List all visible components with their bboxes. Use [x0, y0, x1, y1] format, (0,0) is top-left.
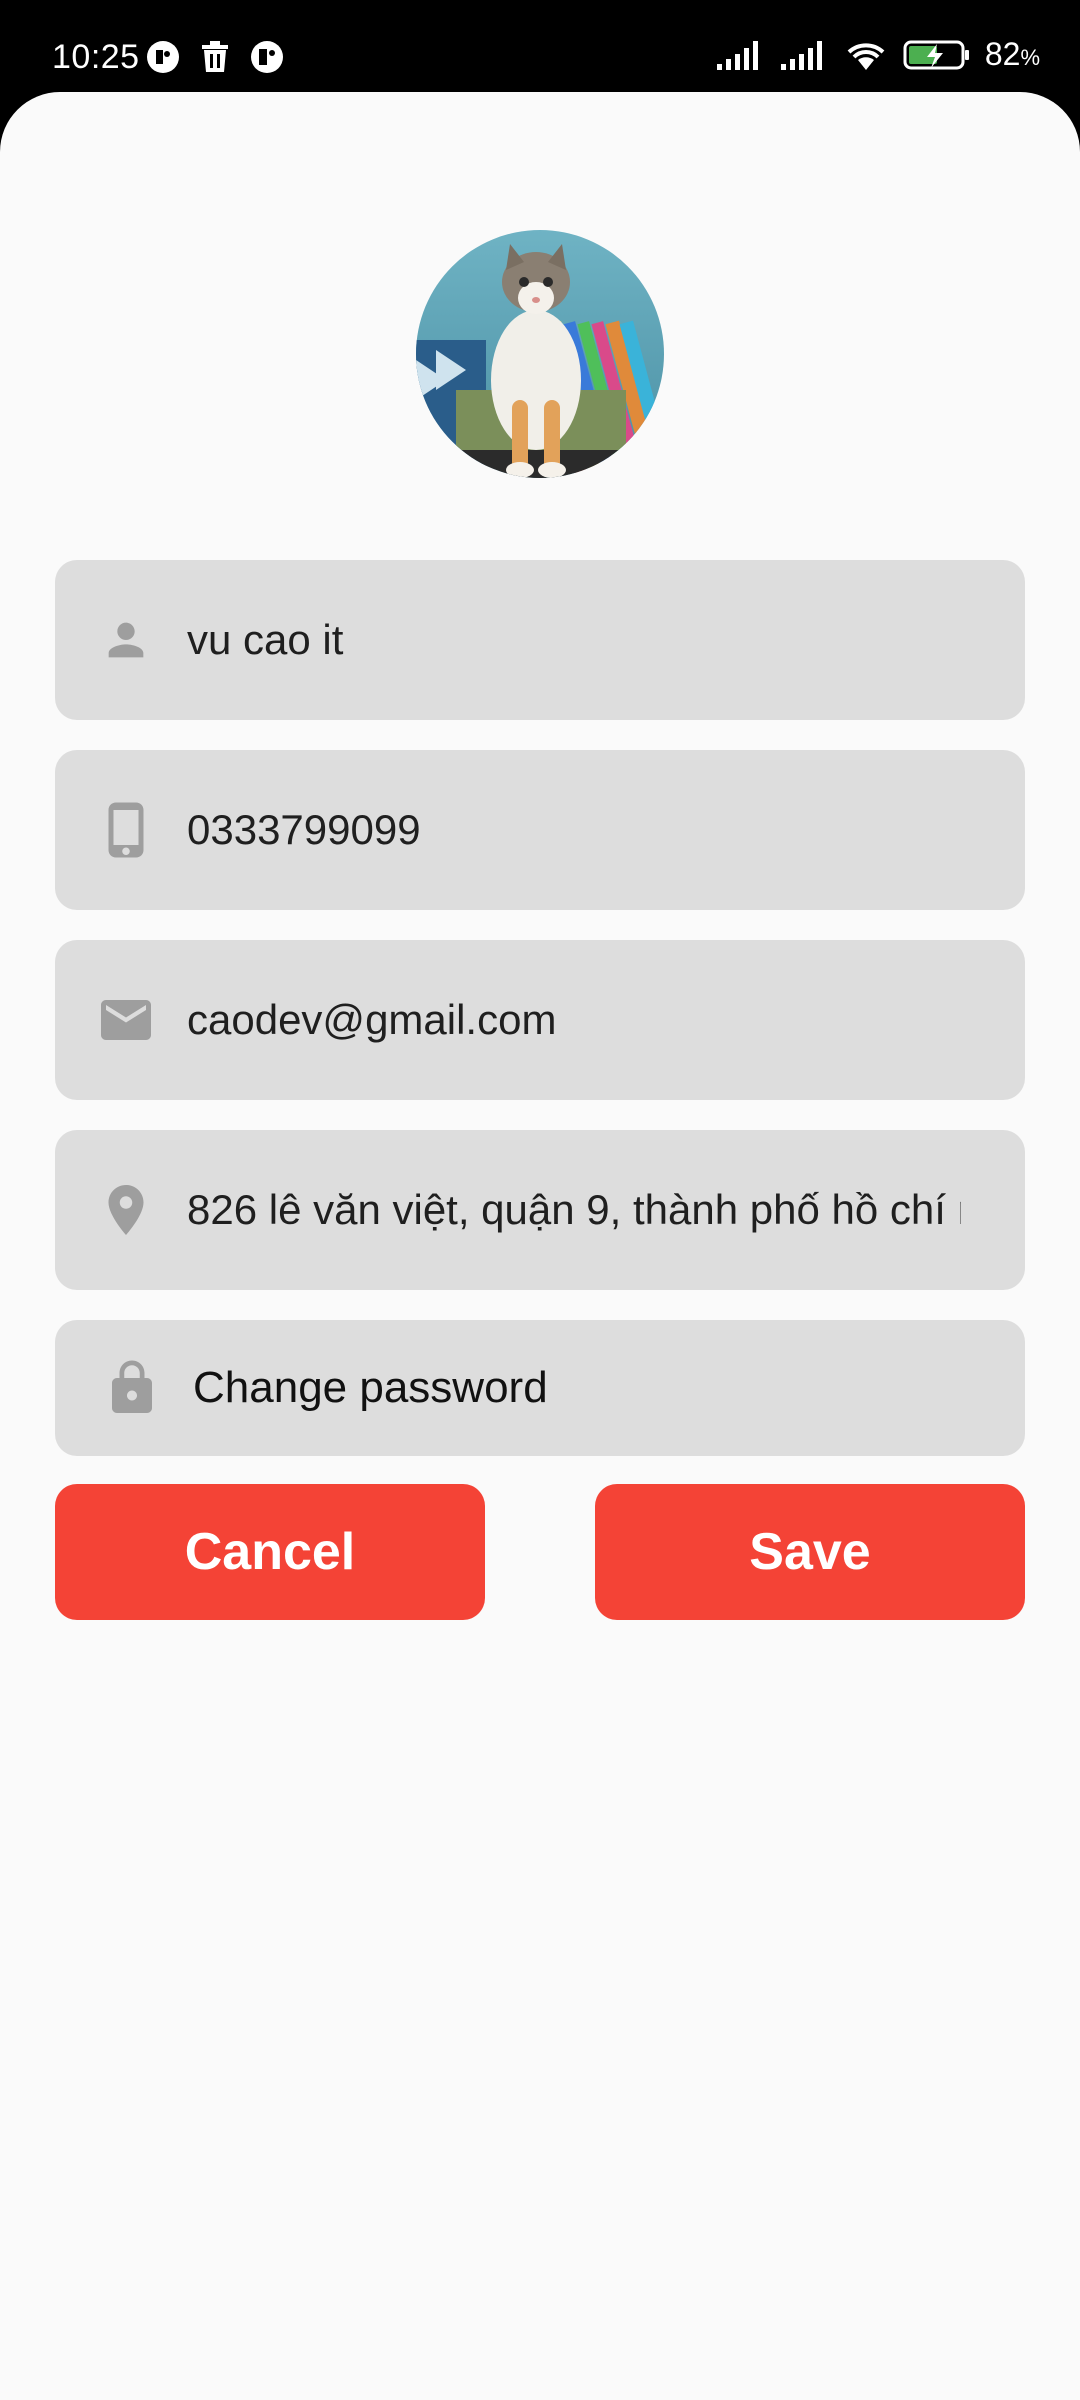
- phone-value: 0333799099: [187, 806, 421, 853]
- name-value: vu cao it: [187, 616, 344, 663]
- avatar-photo: [416, 230, 664, 478]
- address-value: 826 lê văn việt, quận 9, thành phố hồ ch…: [187, 1186, 961, 1233]
- wifi-icon: [847, 42, 885, 70]
- email-value: caodev@gmail.com: [187, 996, 557, 1043]
- trash-notification-icon: [202, 41, 228, 72]
- phone-icon: [91, 795, 161, 865]
- cancel-button[interactable]: Cancel: [55, 1484, 485, 1620]
- lock-icon: [97, 1353, 167, 1423]
- status-system-icons: 82%: [715, 36, 1040, 73]
- cellular-signal-icon: [780, 40, 822, 70]
- phone-field[interactable]: 0333799099: [55, 750, 1025, 910]
- battery-charging-icon: [903, 40, 969, 69]
- status-time: 10:25: [52, 38, 140, 76]
- email-field[interactable]: caodev@gmail.com: [55, 940, 1025, 1100]
- cellular-signal-icon: [716, 40, 758, 70]
- email-icon: [91, 985, 161, 1055]
- battery-percent: 82%: [984, 36, 1040, 72]
- save-button[interactable]: Save: [595, 1484, 1025, 1620]
- change-password-label: Change password: [193, 1363, 548, 1412]
- change-password-button[interactable]: Change password: [55, 1320, 1025, 1456]
- location-pin-icon: [91, 1175, 161, 1245]
- notification-app-icon: [251, 41, 283, 73]
- notification-app-icon: [147, 41, 179, 73]
- avatar[interactable]: [416, 230, 664, 478]
- address-field[interactable]: 826 lê văn việt, quận 9, thành phố hồ ch…: [55, 1130, 1025, 1290]
- edit-profile-sheet: vu cao it 0333799099 caodev@gmail.com 82…: [0, 92, 1080, 2400]
- name-field[interactable]: vu cao it: [55, 560, 1025, 720]
- status-notification-icons: [146, 40, 284, 74]
- person-icon: [91, 605, 161, 675]
